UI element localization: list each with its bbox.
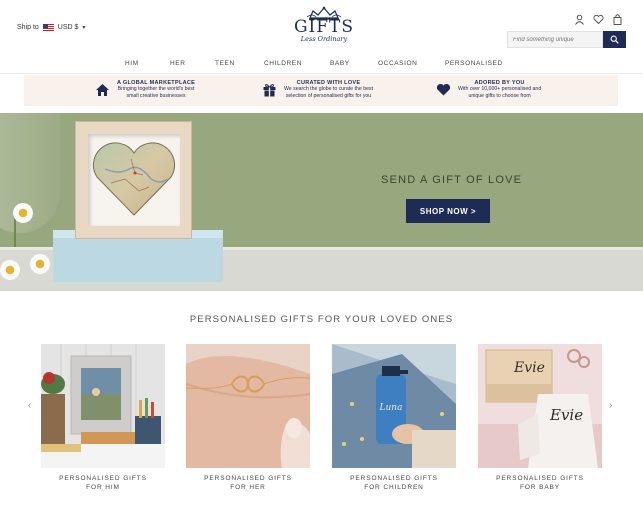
nav-item-him[interactable]: HIM bbox=[125, 60, 139, 67]
svg-text:Evie: Evie bbox=[549, 406, 583, 424]
currency-label: USD $ bbox=[57, 24, 79, 31]
nav-item-teen[interactable]: TEEN bbox=[215, 60, 235, 67]
category-card-children[interactable]: Luna PERSONALISED GIFTS FOR CHILDREN bbox=[332, 344, 456, 492]
ship-to-selector[interactable]: Ship to USD $ ▾ bbox=[17, 24, 85, 31]
site-logo[interactable]: GIFTS Less Ordinary bbox=[292, 6, 356, 54]
daisy-flower-image bbox=[13, 203, 33, 223]
benefits-bar: A GLOBAL MARKETPLACE Bringing together t… bbox=[24, 75, 618, 106]
svg-text:Evie: Evie bbox=[513, 360, 545, 376]
benefit-global-marketplace: A GLOBAL MARKETPLACE Bringing together t… bbox=[95, 80, 195, 100]
card-label-line1: PERSONALISED GIFTS bbox=[496, 475, 584, 482]
search-button[interactable] bbox=[603, 31, 626, 48]
account-icon[interactable] bbox=[574, 12, 585, 25]
logo-subtitle: Less Ordinary bbox=[300, 35, 348, 43]
house-icon bbox=[95, 83, 110, 97]
card-label-line2: FOR CHILDREN bbox=[364, 484, 424, 491]
card-image-her bbox=[186, 344, 310, 468]
category-card-him[interactable]: PERSONALISED GIFTS FOR HIM bbox=[41, 344, 165, 492]
nav-item-her[interactable]: HER bbox=[170, 60, 186, 67]
nav-item-personalised[interactable]: PERSONALISED bbox=[445, 60, 503, 67]
main-nav: HIM HER TEEN CHILDREN BABY OCCASION PERS… bbox=[0, 56, 643, 74]
benefit-curated: CURATED WITH LOVE We search the globe to… bbox=[262, 80, 373, 100]
card-label-line2: FOR BABY bbox=[519, 484, 561, 491]
nav-item-children[interactable]: CHILDREN bbox=[264, 60, 302, 67]
search-bar bbox=[507, 31, 626, 48]
daisy-flower-image bbox=[0, 260, 20, 280]
map-heart-image bbox=[92, 142, 176, 216]
hero-title: SEND A GIFT OF LOVE bbox=[381, 174, 523, 186]
daisy-flower-image bbox=[30, 254, 50, 274]
card-image-children: Luna bbox=[332, 344, 456, 468]
benefit-desc-line2: small creative businesses bbox=[126, 93, 186, 99]
wishlist-heart-icon[interactable] bbox=[593, 12, 604, 25]
search-input[interactable] bbox=[507, 31, 603, 48]
gift-icon bbox=[262, 83, 277, 97]
shopping-bag-icon[interactable] bbox=[612, 12, 623, 25]
nav-item-baby[interactable]: BABY bbox=[330, 60, 350, 67]
search-icon bbox=[610, 35, 619, 44]
benefit-desc-line2: unique gifts to choose from bbox=[468, 93, 531, 99]
chevron-down-icon: ▾ bbox=[82, 25, 86, 31]
category-card-her[interactable]: PERSONALISED GIFTS FOR HER bbox=[186, 344, 310, 492]
hero-banner[interactable]: SEND A GIFT OF LOVE SHOP NOW > bbox=[0, 113, 643, 291]
shop-now-button[interactable]: SHOP NOW > bbox=[406, 199, 490, 223]
card-image-baby: Evie Evie bbox=[478, 344, 602, 468]
header-icons bbox=[574, 12, 623, 25]
ship-to-label: Ship to bbox=[17, 24, 39, 31]
benefit-desc-line1: With over 10,000+ personalised and bbox=[458, 86, 542, 92]
benefit-desc-line1: Bringing together the world's best bbox=[117, 86, 195, 92]
svg-text:Luna: Luna bbox=[379, 403, 403, 413]
section-title: PERSONALISED GIFTS FOR YOUR LOVED ONES bbox=[189, 314, 454, 325]
card-label-line1: PERSONALISED GIFTS bbox=[59, 475, 147, 482]
hero-map-heart-frame bbox=[75, 121, 192, 239]
logo-title: GIFTS bbox=[293, 17, 355, 37]
card-label-line2: FOR HIM bbox=[86, 484, 120, 491]
carousel-prev-arrow[interactable]: ‹ bbox=[28, 400, 31, 411]
site-header: Ship to USD $ ▾ GIFTS Less Ordinary bbox=[0, 0, 643, 56]
nav-item-occasion[interactable]: OCCASION bbox=[378, 60, 417, 67]
benefit-adored: ADORED BY YOU With over 10,000+ personal… bbox=[436, 80, 541, 100]
category-card-baby[interactable]: Evie Evie PERSONALISED GIFTS FOR BABY bbox=[478, 344, 602, 492]
heart-icon bbox=[436, 83, 451, 97]
card-image-him bbox=[41, 344, 165, 468]
card-label-line1: PERSONALISED GIFTS bbox=[350, 475, 438, 482]
carousel-next-arrow[interactable]: › bbox=[609, 400, 612, 411]
card-label-line1: PERSONALISED GIFTS bbox=[204, 475, 292, 482]
benefit-desc-line1: We search the globe to curate the best bbox=[284, 86, 374, 92]
us-flag-icon bbox=[42, 24, 54, 31]
card-label-line2: FOR HER bbox=[230, 484, 266, 491]
benefit-desc-line2: selection of personalised gifts for you bbox=[285, 93, 372, 99]
